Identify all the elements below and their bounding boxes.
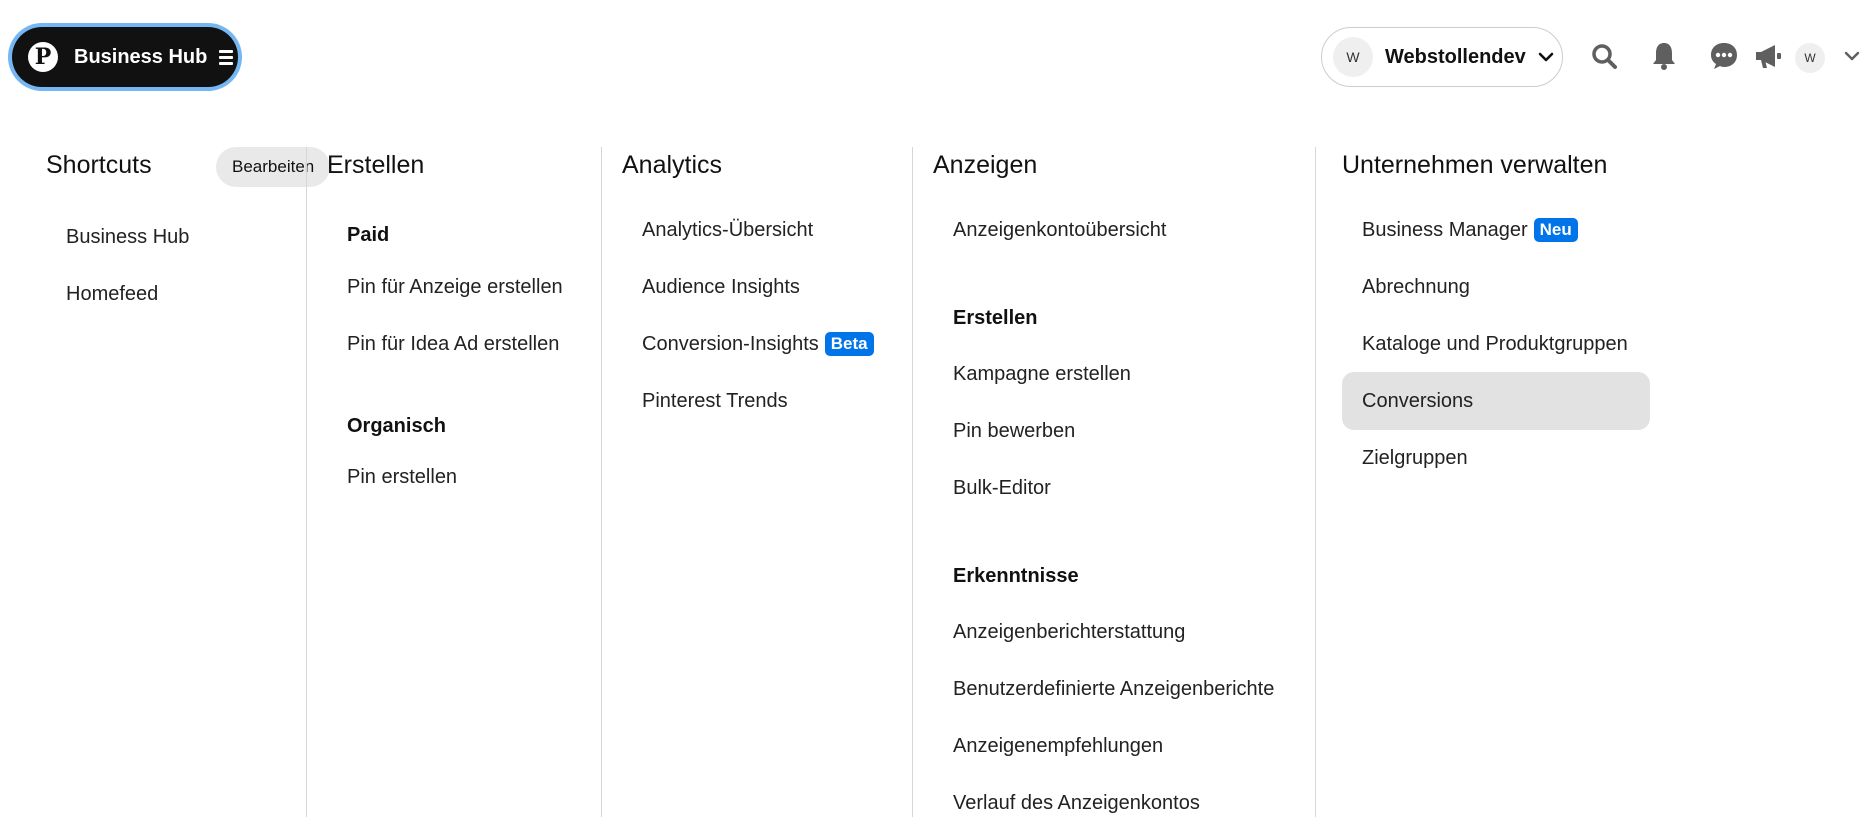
anzeigen-column: Anzeigen Anzeigenkontoübersicht Erstelle…	[912, 147, 1316, 817]
menu-item[interactable]: Kampagne erstellen	[933, 345, 1131, 403]
menu-item[interactable]: Pin bewerben	[933, 402, 1075, 460]
profile-avatar[interactable]: W	[1795, 43, 1825, 73]
unternehmen-title: Unternehmen verwalten	[1342, 151, 1607, 180]
pinterest-logo-icon: P	[28, 42, 58, 72]
shortcut-item[interactable]: Homefeed	[46, 265, 158, 323]
menu-item[interactable]: Audience Insights	[622, 258, 800, 316]
menu-item[interactable]: Benutzerdefinierte Anzeigenberichte	[933, 660, 1274, 718]
business-manager-item[interactable]: Business Manager Neu	[1342, 201, 1578, 259]
menu-item[interactable]: Anzeigenberichterstattung	[933, 603, 1185, 661]
account-name: Webstollendev	[1385, 46, 1526, 69]
menu-item-label: Conversion-Insights	[642, 333, 819, 356]
menu-item[interactable]: Pinterest Trends	[622, 372, 788, 430]
unternehmen-column: Unternehmen verwalten Business Manager N…	[1315, 147, 1715, 817]
menu-item[interactable]: Abrechnung	[1342, 258, 1470, 316]
erstellen-title: Erstellen	[327, 151, 424, 180]
paid-heading: Paid	[327, 224, 389, 247]
analytics-title: Analytics	[622, 151, 722, 180]
conversion-insights-item[interactable]: Conversion-Insights Beta	[622, 315, 874, 373]
search-icon[interactable]	[1586, 38, 1622, 74]
beta-badge: Beta	[825, 332, 874, 356]
menu-item[interactable]: Pin für Anzeige erstellen	[327, 258, 563, 316]
shortcuts-column: Shortcuts Bearbeiten Business Hub Homefe…	[46, 147, 306, 817]
business-hub-label: Business Hub	[74, 46, 207, 69]
notifications-bell-icon[interactable]	[1646, 38, 1682, 74]
erstellen-column: Erstellen Paid Pin für Anzeige erstellen…	[306, 147, 602, 817]
chevron-down-icon[interactable]	[1838, 38, 1866, 74]
anzeigen-title: Anzeigen	[933, 151, 1037, 180]
menu-item[interactable]: Kataloge und Produktgruppen	[1342, 315, 1628, 373]
menu-item[interactable]: Bulk-Editor	[933, 459, 1051, 517]
menu-item[interactable]: Analytics-Übersicht	[622, 201, 813, 259]
account-avatar: W	[1333, 37, 1373, 77]
top-bar: P Business Hub W Webstollendev W	[0, 0, 1870, 115]
menu-item[interactable]: Pin erstellen	[327, 448, 457, 506]
chevron-down-icon	[1538, 49, 1554, 65]
shortcuts-title: Shortcuts	[46, 151, 152, 180]
conversions-item-highlighted[interactable]: Conversions	[1342, 372, 1650, 430]
new-badge: Neu	[1534, 218, 1578, 242]
menu-item[interactable]: Zielgruppen	[1342, 429, 1468, 487]
menu-item[interactable]: Verlauf des Anzeigenkontos	[933, 774, 1200, 832]
messages-icon[interactable]	[1706, 38, 1742, 74]
menu-item-label: Business Manager	[1362, 219, 1528, 242]
megaphone-icon[interactable]	[1750, 38, 1786, 74]
analytics-column: Analytics Analytics-Übersicht Audience I…	[601, 147, 913, 817]
organic-heading: Organisch	[327, 415, 446, 438]
menu-item[interactable]: Anzeigenkontoübersicht	[933, 201, 1166, 259]
anzeigen-insights-heading: Erkenntnisse	[933, 565, 1079, 588]
shortcut-item[interactable]: Business Hub	[46, 208, 189, 266]
menu-item[interactable]: Anzeigenempfehlungen	[933, 717, 1163, 775]
account-switcher-button[interactable]: W Webstollendev	[1321, 27, 1563, 87]
menu-icon	[219, 50, 233, 65]
menu-item[interactable]: Pin für Idea Ad erstellen	[327, 315, 559, 373]
business-hub-button[interactable]: P Business Hub	[12, 27, 238, 87]
anzeigen-create-heading: Erstellen	[933, 307, 1037, 330]
